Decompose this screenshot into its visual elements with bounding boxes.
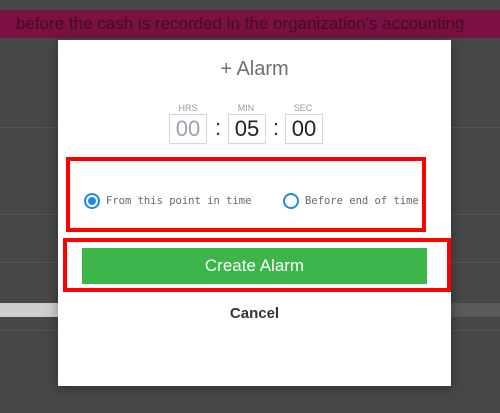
- time-separator: :: [273, 115, 280, 140]
- minutes-input[interactable]: 05: [228, 114, 266, 144]
- cancel-link[interactable]: Cancel: [58, 305, 451, 322]
- radio-checked-icon[interactable]: [84, 193, 100, 209]
- time-separator: :: [215, 115, 222, 140]
- option-before-end[interactable]: Before end of time: [283, 190, 423, 212]
- sec-label: SEC: [293, 103, 313, 113]
- option-label: From this point in time: [106, 195, 252, 207]
- backdrop-light-strip-right: [450, 303, 500, 317]
- radio-unchecked-icon[interactable]: [283, 193, 299, 209]
- min-label: MIN: [237, 103, 255, 113]
- modal-title: + Alarm: [220, 58, 289, 80]
- backdrop-light-strip: [0, 303, 58, 317]
- create-alarm-button[interactable]: Create Alarm: [82, 248, 427, 284]
- option-label: Before end of time: [305, 195, 419, 207]
- seconds-input[interactable]: 00: [285, 114, 323, 144]
- option-from-this-point[interactable]: From this point in time: [84, 190, 251, 212]
- background-banner-text: before the cash is recorded in the organ…: [0, 10, 500, 38]
- hours-input[interactable]: 00: [169, 114, 207, 144]
- alarm-modal: + Alarm HRS MIN SEC 00 : 05 : 00 From th…: [58, 40, 451, 386]
- hrs-label: HRS: [178, 103, 198, 113]
- alarm-timing-options: From this point in time Before end of ti…: [58, 190, 451, 212]
